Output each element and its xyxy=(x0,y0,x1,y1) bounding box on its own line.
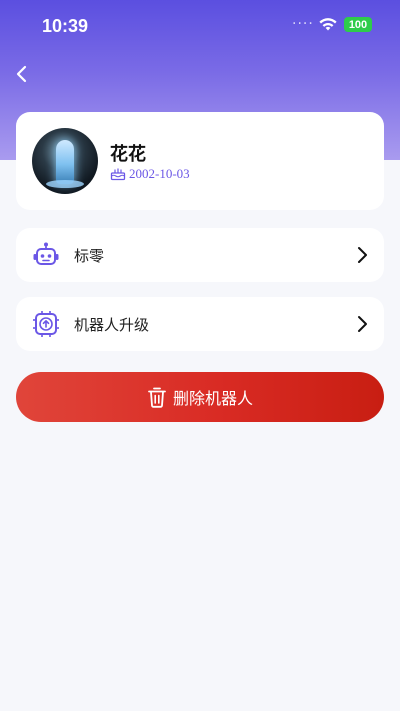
robot-name: 花花 xyxy=(110,144,146,165)
wifi-icon xyxy=(319,18,337,31)
battery-indicator: 100 xyxy=(344,17,372,32)
back-button[interactable] xyxy=(10,62,34,86)
profile-card: 花花 2002-10-03 xyxy=(16,112,384,210)
delete-robot-button[interactable]: 删除机器人 xyxy=(16,372,384,422)
menu-item-zero[interactable]: 标零 xyxy=(16,228,384,282)
menu-item-label: 机器人升级 xyxy=(74,316,150,334)
chevron-right-icon xyxy=(358,247,367,263)
signal-dots-icon: ···· xyxy=(292,16,314,32)
trash-icon xyxy=(148,387,166,408)
status-bar: 10:39 ···· 100 xyxy=(0,0,400,52)
cake-icon xyxy=(110,168,126,181)
chevron-left-icon xyxy=(16,65,27,83)
delete-button-label: 删除机器人 xyxy=(172,389,253,408)
upgrade-chip-icon xyxy=(33,311,59,337)
chevron-right-icon xyxy=(358,316,367,332)
avatar[interactable] xyxy=(32,128,98,194)
menu-item-label: 标零 xyxy=(74,247,105,265)
status-time: 10:39 xyxy=(42,16,89,36)
birthday-text: 2002-10-03 xyxy=(129,166,190,181)
birthday: 2002-10-03 xyxy=(110,166,190,182)
menu-item-upgrade[interactable]: 机器人升级 xyxy=(16,297,384,351)
robot-icon xyxy=(33,242,59,265)
